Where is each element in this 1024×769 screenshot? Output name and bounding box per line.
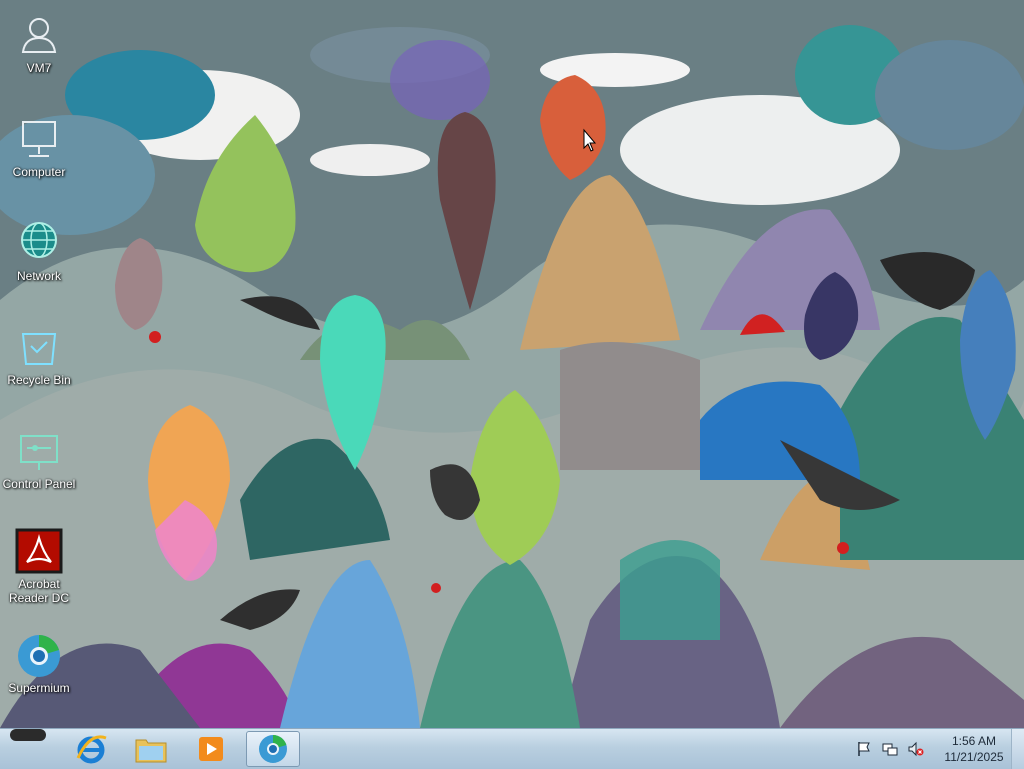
control-panel-icon: [20, 435, 58, 470]
desktop-icon-label: Recycle Bin: [7, 373, 71, 387]
clock[interactable]: 1:56 AM 11/21/2025: [938, 733, 1010, 765]
taskbar-file-explorer[interactable]: [124, 731, 178, 767]
desktop-icon-label: VM7: [26, 61, 52, 75]
show-desktop-button[interactable]: [1011, 729, 1024, 769]
desktop-icon-label: Supermium: [8, 681, 70, 695]
network-globe-icon: [21, 222, 57, 258]
desktop-icon-label: Control Panel: [2, 477, 76, 491]
taskbar-internet-explorer[interactable]: [64, 731, 118, 767]
user-icon: [21, 18, 57, 53]
clock-date: 11/21/2025: [944, 750, 1004, 764]
desktop-icon-label: Computer: [12, 165, 66, 179]
desktop-icon-acrobat-reader[interactable]: Acrobat Reader DC: [0, 528, 78, 605]
computer-icon: [22, 121, 56, 157]
desktop-wallpaper: [0, 0, 1024, 728]
desktop-icon-recycle-bin[interactable]: Recycle Bin: [0, 324, 78, 387]
taskbar: 1:56 AM 11/21/2025: [0, 728, 1024, 769]
desktop-icon-label-line2: Reader DC: [8, 591, 70, 605]
clock-time: 1:56 AM: [951, 734, 997, 748]
recycle-bin-icon: [21, 333, 57, 365]
desktop-icon-computer[interactable]: Computer: [0, 116, 78, 179]
acrobat-icon: [15, 528, 63, 574]
desktop-icon-control-panel[interactable]: Control Panel: [0, 428, 78, 491]
system-tray: 1:56 AM 11/21/2025: [856, 729, 1010, 769]
desktop-icon-vm7[interactable]: VM7: [0, 12, 78, 75]
folder-icon: [135, 739, 167, 763]
supermium-browser-icon: [259, 735, 287, 763]
desktop-icon-network[interactable]: Network: [0, 220, 78, 283]
desktop-icon-label-line1: Acrobat: [18, 577, 60, 591]
media-player-icon: [199, 737, 223, 761]
network-tray-icon[interactable]: [882, 741, 898, 757]
desktop-icon-label: Network: [16, 269, 61, 283]
supermium-browser-icon: [18, 635, 60, 677]
taskbar-supermium[interactable]: [246, 731, 300, 767]
flag-icon[interactable]: [856, 741, 872, 757]
desktop-icon-supermium[interactable]: Supermium: [0, 632, 78, 695]
taskbar-media-player[interactable]: [184, 731, 238, 767]
ie-icon: [76, 735, 107, 764]
volume-muted-icon[interactable]: [908, 741, 924, 757]
start-button[interactable]: [8, 729, 48, 743]
